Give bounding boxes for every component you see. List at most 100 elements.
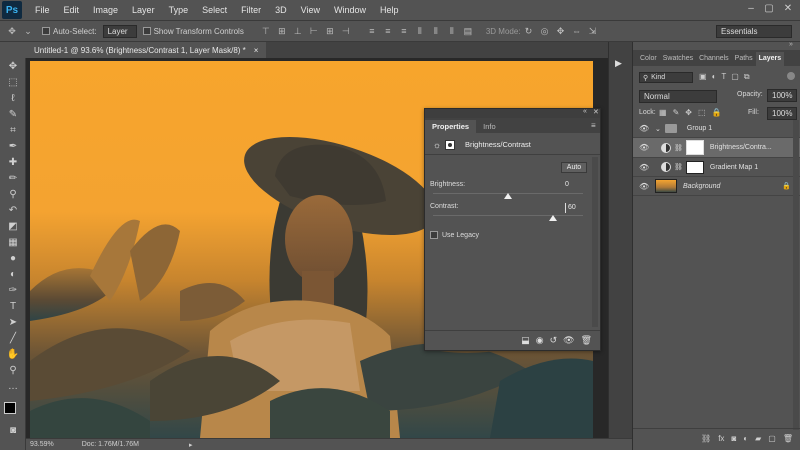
menu-layer[interactable]: Layer	[125, 5, 162, 15]
layer-name[interactable]: Background	[683, 183, 720, 190]
lock-transparent-icon[interactable]: ▦	[659, 108, 667, 117]
menu-select[interactable]: Select	[195, 5, 234, 15]
move-tool-icon[interactable]: ✥	[6, 60, 20, 74]
distribute-hcenter-icon[interactable]: ⦀	[430, 25, 442, 37]
menu-file[interactable]: File	[28, 5, 57, 15]
brightness-value-field[interactable]: 0	[565, 180, 587, 190]
distribute-vcenter-icon[interactable]: ≡	[382, 25, 394, 37]
align-vcenter-icon[interactable]: ⊞	[276, 25, 288, 37]
gradient-tool-icon[interactable]: ▦	[6, 236, 20, 250]
delete-layer-icon[interactable]: 🗑	[783, 434, 793, 443]
layer-mask-icon[interactable]	[445, 139, 455, 150]
zoom-level[interactable]: 93.59%	[30, 441, 54, 448]
foreground-color-swatch[interactable]	[4, 402, 16, 414]
align-left-icon[interactable]: ⊢	[308, 25, 320, 37]
healing-brush-tool-icon[interactable]: ✚	[6, 156, 20, 170]
document-tab[interactable]: Untitled-1 @ 93.6% (Brightness/Contrast …	[26, 42, 267, 58]
blur-tool-icon[interactable]: ●	[6, 252, 20, 266]
tab-info[interactable]: Info	[476, 120, 503, 133]
menu-help[interactable]: Help	[373, 5, 406, 15]
auto-select-target-dropdown[interactable]: Layer	[102, 24, 137, 38]
panel-menu-icon[interactable]: ≡	[591, 121, 596, 130]
properties-titlebar[interactable]: « ✕	[425, 108, 600, 118]
link-chain-icon[interactable]: ⛓	[674, 144, 683, 152]
link-layers-icon[interactable]: ⛓	[701, 434, 711, 443]
3d-drag-icon[interactable]: ✥	[555, 25, 567, 37]
collapse-dock-icon[interactable]: »	[789, 41, 793, 48]
minimize-button[interactable]: –	[744, 3, 758, 15]
lasso-tool-icon[interactable]: ℓ	[6, 92, 20, 106]
filter-toggle[interactable]	[787, 72, 795, 80]
link-chain-icon[interactable]: ⛓	[674, 163, 683, 171]
history-brush-tool-icon[interactable]: ↶	[6, 204, 20, 218]
menu-filter[interactable]: Filter	[234, 5, 268, 15]
hand-tool-icon[interactable]: ✋	[6, 348, 20, 362]
menu-image[interactable]: Image	[86, 5, 125, 15]
layer-name[interactable]: Group 1	[687, 125, 712, 132]
visibility-eye-icon[interactable]: 👁	[639, 182, 649, 191]
align-bottom-icon[interactable]: ⊥	[292, 25, 304, 37]
menu-type[interactable]: Type	[162, 5, 196, 15]
auto-select-option[interactable]: Auto-Select:	[42, 27, 97, 36]
contrast-value-field[interactable]: 60	[565, 203, 587, 213]
close-panel-icon[interactable]: ✕	[593, 108, 599, 116]
brightness-slider-thumb[interactable]	[504, 193, 512, 199]
distribute-top-icon[interactable]: ≡	[366, 25, 378, 37]
eyedropper-tool-icon[interactable]: ✒	[6, 140, 20, 154]
visibility-eye-icon[interactable]: 👁	[639, 163, 649, 172]
auto-button[interactable]: Auto	[561, 162, 587, 173]
properties-scrollbar[interactable]	[592, 157, 598, 327]
lock-position-icon[interactable]: ✥	[685, 108, 692, 117]
show-transform-checkbox[interactable]	[142, 27, 151, 35]
opacity-field[interactable]: 100%	[767, 89, 798, 102]
align-top-icon[interactable]: ⊤	[260, 25, 272, 37]
filter-smart-object-icon[interactable]: ⧉	[744, 72, 750, 82]
tab-color[interactable]: Color	[637, 52, 660, 66]
status-menu-arrow[interactable]: ▸	[189, 441, 193, 449]
fill-field[interactable]: 100%	[767, 107, 798, 120]
align-right-icon[interactable]: ⊣	[340, 25, 352, 37]
3d-roll-icon[interactable]: ◎	[539, 25, 551, 37]
new-layer-icon[interactable]: ▢	[768, 434, 776, 443]
lock-artboard-icon[interactable]: ⬚	[698, 108, 706, 117]
reset-defaults-icon[interactable]: ↺	[550, 335, 558, 346]
add-mask-icon[interactable]: ◙	[731, 434, 736, 443]
auto-select-checkbox[interactable]	[42, 27, 50, 35]
menu-3d[interactable]: 3D	[268, 5, 294, 15]
workspace-dropdown[interactable]: Essentials	[716, 24, 792, 38]
layer-filter-dropdown[interactable]: ⚲ Kind	[639, 72, 693, 83]
menu-edit[interactable]: Edit	[57, 5, 87, 15]
layer-row-brightness-contrast[interactable]: 👁 ⛓ Brightness/Contra...	[633, 138, 800, 158]
tab-layers[interactable]: Layers	[755, 52, 785, 66]
filter-type-icon[interactable]: T	[721, 72, 726, 82]
play-actions-icon[interactable]: ▶	[615, 58, 622, 69]
add-layer-style-icon[interactable]: fx	[718, 434, 724, 443]
eraser-tool-icon[interactable]: ◩	[6, 220, 20, 234]
contrast-slider-thumb[interactable]	[549, 215, 557, 221]
collapse-panel-icon[interactable]: «	[583, 108, 587, 115]
brush-tool-icon[interactable]: ✏	[6, 172, 20, 186]
line-tool-icon[interactable]: ╱	[6, 332, 20, 346]
close-document-icon[interactable]: ×	[254, 46, 259, 55]
layer-name[interactable]: Gradient Map 1	[710, 164, 758, 171]
new-adjustment-layer-icon[interactable]: ◐	[743, 434, 748, 443]
visibility-eye-icon[interactable]: 👁	[639, 124, 649, 133]
layer-thumbnail[interactable]	[655, 179, 677, 193]
clone-stamp-tool-icon[interactable]: ⚲	[6, 188, 20, 202]
lock-image-icon[interactable]: ✎	[673, 108, 680, 117]
auto-align-icon[interactable]: ▤	[462, 25, 474, 37]
group-expand-chevron-icon[interactable]: ⌄	[655, 125, 661, 133]
lock-all-icon[interactable]: 🔒	[712, 108, 722, 117]
layer-mask-thumbnail[interactable]	[685, 140, 704, 155]
tool-preset-chevron-icon[interactable]: ⌄	[22, 25, 34, 37]
path-select-tool-icon[interactable]: ➤	[6, 316, 20, 330]
maximize-button[interactable]: ▢	[762, 3, 776, 15]
use-legacy-option[interactable]: Use Legacy	[430, 231, 479, 239]
tab-swatches[interactable]: Swatches	[660, 52, 696, 66]
align-hcenter-icon[interactable]: ⊞	[324, 25, 336, 37]
new-group-icon[interactable]: ▰	[755, 434, 761, 443]
type-tool-icon[interactable]: T	[6, 300, 20, 314]
tab-paths[interactable]: Paths	[732, 52, 756, 66]
3d-slide-icon[interactable]: ⇔	[571, 25, 583, 37]
visibility-eye-icon[interactable]: 👁	[639, 143, 649, 152]
